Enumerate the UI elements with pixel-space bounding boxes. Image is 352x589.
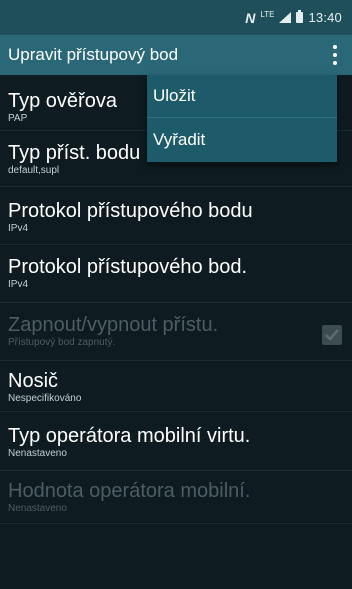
nfc-icon: N	[245, 9, 256, 26]
setting-apn-enable: Zapnout/vypnout přístu. Přístupový bod z…	[0, 303, 352, 361]
setting-apn-protocol[interactable]: Protokol přístupového bodu IPv4	[0, 187, 352, 245]
setting-value: Přístupový bod zapnutý.	[8, 337, 116, 348]
setting-title: Typ operátora mobilní virtu.	[8, 425, 251, 447]
setting-title: Protokol přístupového bod.	[8, 256, 248, 278]
setting-value: Nenastaveno	[8, 503, 67, 514]
setting-bearer[interactable]: Nosič Nespecifikováno	[0, 361, 352, 412]
lte-icon: LTE	[260, 9, 275, 19]
page-title: Upravit přístupový bod	[8, 45, 179, 64]
more-vert-icon[interactable]	[332, 45, 338, 65]
action-bar: Upravit přístupový bod	[0, 35, 352, 75]
status-bar: N LTE 13:40	[0, 0, 352, 35]
menu-item-discard[interactable]: Vyřadit	[147, 118, 337, 161]
setting-mvno-value: Hodnota operátora mobilní. Nenastaveno	[0, 471, 352, 524]
setting-value: Nenastaveno	[8, 448, 67, 459]
setting-value: IPv4	[8, 279, 29, 290]
setting-mvno-type[interactable]: Typ operátora mobilní virtu. Nenastaveno	[0, 412, 352, 471]
setting-value: IPv4	[8, 223, 29, 234]
screen: N LTE 13:40 Upravit přístupový bod Typ o…	[0, 0, 352, 589]
setting-title: Protokol přístupového bodu	[8, 200, 253, 222]
setting-apn-roaming-protocol[interactable]: Protokol přístupového bod. IPv4	[0, 245, 352, 303]
setting-title: Nosič	[8, 370, 59, 392]
battery-icon	[296, 10, 304, 23]
overflow-menu: Uložit Vyřadit	[147, 75, 337, 162]
signal-icon	[279, 12, 292, 23]
setting-title: Zapnout/vypnout přístu.	[8, 314, 219, 336]
setting-title: Hodnota operátora mobilní.	[8, 480, 251, 502]
setting-value: default,supl	[8, 165, 60, 176]
apn-enabled-checkbox	[322, 325, 342, 345]
setting-value: Nespecifikováno	[8, 393, 82, 404]
menu-item-save[interactable]: Uložit	[147, 75, 337, 118]
clock: 13:40	[308, 10, 342, 25]
